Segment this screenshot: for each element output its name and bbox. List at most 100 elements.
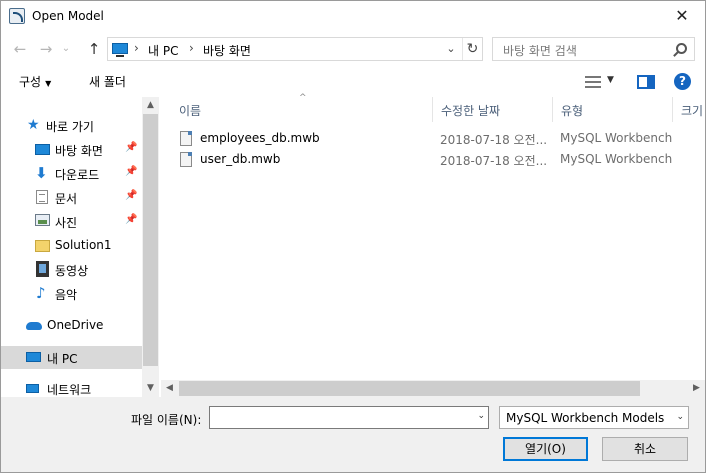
open-model-dialog: Open Model ✕ ← → ⌄ ↑ › 내 PC › 바탕 화면 ⌄ ↻ … (0, 0, 706, 473)
title-bar: Open Model ✕ (1, 1, 705, 32)
up-button[interactable]: ↑ (85, 41, 103, 57)
navigation-pane: ★ 바로 가기 바탕 화면 📌 ⬇ 다운로드 📌 문서 📌 사진 📌 Solut… (1, 97, 159, 397)
sidebar-item-music[interactable]: ♪ 음악 (1, 282, 142, 305)
chevron-down-icon: ⌄ (676, 412, 684, 422)
search-icon[interactable] (676, 43, 687, 54)
sidebar-item-downloads[interactable]: ⬇ 다운로드 📌 (1, 162, 142, 185)
sidebar-item-this-pc[interactable]: 내 PC (1, 346, 142, 369)
sidebar-item-label: 동영상 (55, 264, 89, 278)
sidebar-item-label: 다운로드 (55, 168, 100, 182)
address-bar[interactable]: › 내 PC › 바탕 화면 ⌄ ↻ (107, 37, 483, 61)
star-icon: ★ (27, 117, 40, 133)
file-date: 2018-07-18 오전... (440, 154, 548, 168)
video-icon (36, 261, 49, 277)
document-icon (36, 190, 48, 204)
open-button[interactable]: 열기(O) (503, 437, 588, 461)
column-header-label: 유형 (561, 104, 584, 118)
caret-down-icon: ▼ (45, 79, 52, 88)
scroll-right-icon[interactable]: ▶ (688, 380, 705, 397)
sidebar-item-label: 바로 가기 (46, 120, 94, 134)
sidebar-item-label: 네트워크 (47, 383, 92, 397)
sidebar-item-label: OneDrive (47, 318, 104, 332)
file-type-filter-select[interactable]: MySQL Workbench Models (*. ⌄ (499, 406, 689, 429)
new-folder-button[interactable]: 새 폴더 (89, 73, 126, 90)
file-name: employees_db.mwb (200, 131, 320, 145)
pin-icon: 📌 (125, 214, 138, 225)
preview-pane-icon[interactable] (637, 75, 655, 89)
navigation-pane-scrollbar[interactable]: ▲ ▼ (142, 97, 159, 397)
file-type: MySQL Workbench... (560, 152, 672, 166)
file-name: user_db.mwb (200, 152, 281, 166)
address-dropdown-icon[interactable]: ⌄ (442, 42, 460, 55)
pc-icon (26, 352, 41, 362)
filename-label: 파일 이름(N): (131, 413, 202, 427)
workbench-file-icon (180, 131, 192, 146)
pin-icon: 📌 (125, 142, 138, 153)
sidebar-item-label: 바탕 화면 (55, 144, 103, 158)
pin-icon: 📌 (125, 190, 138, 201)
view-options-icon[interactable] (585, 76, 601, 88)
forward-button[interactable]: → (37, 41, 55, 57)
sidebar-item-label: 음악 (55, 288, 78, 302)
desktop-icon (35, 144, 50, 155)
column-header-size[interactable]: 크기 (673, 97, 705, 122)
workbench-file-icon (180, 152, 192, 167)
scrollbar-thumb[interactable] (179, 381, 640, 396)
sidebar-item-label: 문서 (55, 192, 78, 206)
pin-icon: 📌 (125, 166, 138, 177)
sidebar-item-label: 사진 (55, 216, 78, 230)
network-icon (26, 384, 39, 393)
sidebar-item-pictures[interactable]: 사진 📌 (1, 210, 142, 233)
file-type: MySQL Workbench... (560, 131, 672, 145)
organize-label: 구성 (19, 75, 42, 89)
file-type-filter-value: MySQL Workbench Models (*. (506, 411, 666, 425)
file-list-horizontal-scrollbar[interactable]: ◀ ▶ (161, 380, 705, 397)
recent-locations-caret-icon[interactable]: ⌄ (61, 41, 71, 57)
picture-icon (35, 214, 50, 226)
download-icon: ⬇ (35, 164, 48, 182)
sidebar-item-quick-access[interactable]: ★ 바로 가기 (1, 114, 142, 137)
filename-dropdown-icon[interactable]: ⌄ (477, 411, 485, 421)
column-header-date[interactable]: 수정한 날짜 (433, 97, 553, 122)
file-date: 2018-07-18 오전... (440, 133, 548, 147)
search-box[interactable]: 바탕 화면 검색 (492, 37, 695, 61)
scroll-left-icon[interactable]: ◀ (161, 380, 178, 397)
filename-input[interactable]: ⌄ (209, 406, 489, 429)
search-input[interactable]: 바탕 화면 검색 (503, 42, 577, 59)
pc-icon (112, 43, 128, 57)
view-caret-down-icon[interactable]: ▼ (607, 75, 614, 85)
column-header-label: 크기 (681, 104, 704, 118)
sidebar-item-videos[interactable]: 동영상 (1, 258, 142, 281)
scroll-down-icon[interactable]: ▼ (142, 380, 159, 397)
sidebar-item-solution1[interactable]: Solution1 (1, 234, 142, 257)
scroll-up-icon[interactable]: ▲ (142, 97, 159, 114)
help-icon[interactable]: ? (674, 73, 691, 90)
dialog-footer: 파일 이름(N): ⌄ MySQL Workbench Models (*. ⌄… (1, 397, 705, 472)
music-icon: ♪ (36, 284, 46, 302)
cancel-button[interactable]: 취소 (602, 437, 688, 461)
workbench-app-icon (9, 8, 25, 24)
chevron-right-icon[interactable]: › (189, 41, 194, 55)
breadcrumb-desktop[interactable]: 바탕 화면 (203, 42, 251, 59)
chevron-right-icon[interactable]: › (134, 41, 139, 55)
sidebar-item-label: Solution1 (55, 238, 112, 252)
sidebar-item-desktop[interactable]: 바탕 화면 📌 (1, 138, 142, 161)
cloud-icon (26, 322, 42, 330)
back-button[interactable]: ← (11, 41, 29, 57)
column-header-name[interactable]: 이름 (171, 97, 433, 122)
column-header-type[interactable]: 유형 (553, 97, 673, 122)
column-header-label: 수정한 날짜 (441, 104, 501, 118)
file-row[interactable]: user_db.mwb 2018-07-18 오전... MySQL Workb… (171, 150, 701, 170)
refresh-button[interactable]: ↻ (462, 38, 482, 60)
organize-button[interactable]: 구성 ▼ (19, 73, 51, 90)
sidebar-item-label: 내 PC (47, 352, 78, 366)
folder-icon (35, 240, 50, 252)
sidebar-item-onedrive[interactable]: OneDrive (1, 314, 142, 337)
close-button[interactable]: ✕ (659, 1, 705, 32)
breadcrumb-pc[interactable]: 내 PC (148, 42, 178, 59)
window-title: Open Model (32, 9, 104, 23)
file-row[interactable]: employees_db.mwb 2018-07-18 오전... MySQL … (171, 129, 701, 149)
column-header-label: 이름 (179, 104, 202, 118)
sidebar-item-documents[interactable]: 문서 📌 (1, 186, 142, 209)
scrollbar-thumb[interactable] (143, 114, 158, 366)
